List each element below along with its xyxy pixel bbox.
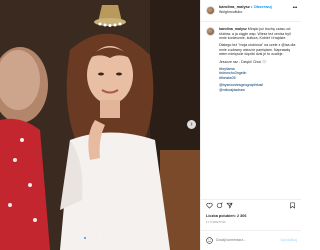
separator: • (251, 4, 253, 9)
caption-username[interactable]: karolina_malysz (219, 27, 247, 31)
more-options-icon[interactable]: ••• (293, 5, 298, 11)
post-side-panel: karolina_malysz • Obserwuj Wolghnouflubo… (200, 0, 301, 250)
post-actions (201, 199, 301, 211)
slide-dot (113, 237, 116, 239)
slide-dot (84, 237, 87, 239)
avatar[interactable] (206, 27, 215, 36)
photo-illustration (0, 0, 200, 250)
chevron-right-icon[interactable]: › (187, 120, 196, 129)
comment-icon[interactable] (216, 202, 223, 209)
slide-indicator (0, 226, 200, 244)
hashtag-link[interactable]: #theaks05 (219, 76, 297, 81)
post-username[interactable]: karolina_malysz (219, 4, 250, 9)
follow-button[interactable]: Obserwuj (254, 4, 272, 9)
caption-text: karolina_malysz Minęło już trochę czasu … (219, 27, 297, 95)
post-location[interactable]: Wolghnouflubo (219, 10, 242, 14)
post-photo[interactable]: › (0, 0, 200, 250)
comment-input[interactable] (216, 238, 276, 242)
avatar[interactable] (206, 6, 215, 15)
comment-bar: Opublikuj (201, 230, 301, 250)
slide-dot (106, 237, 109, 239)
post-caption: karolina_malysz Minęło już trochę czasu … (201, 24, 301, 196)
emoji-icon[interactable] (206, 237, 213, 244)
slide-dot (99, 237, 101, 239)
likes-count[interactable]: Liczba polubień: 2 306 (206, 214, 247, 218)
heart-icon[interactable] (206, 202, 213, 209)
bookmark-icon[interactable] (289, 202, 296, 209)
caption-paragraph: Jeszcze raz - Dzięki! Choć 🤍 (219, 59, 267, 64)
slide-dot (91, 237, 94, 239)
publish-button[interactable]: Opublikuj (280, 238, 297, 242)
share-icon[interactable] (226, 202, 233, 209)
mention-link[interactable]: @mikoajdadraw (219, 88, 297, 93)
caption-paragraph: Dlatego też "moja ulubiona" na czele z @… (219, 43, 296, 57)
post-username-line: karolina_malysz • Obserwuj (219, 4, 272, 9)
post-date: 17 KWIETNIA (206, 220, 226, 224)
post-header: karolina_malysz • Obserwuj Wolghnouflubo… (201, 0, 301, 22)
